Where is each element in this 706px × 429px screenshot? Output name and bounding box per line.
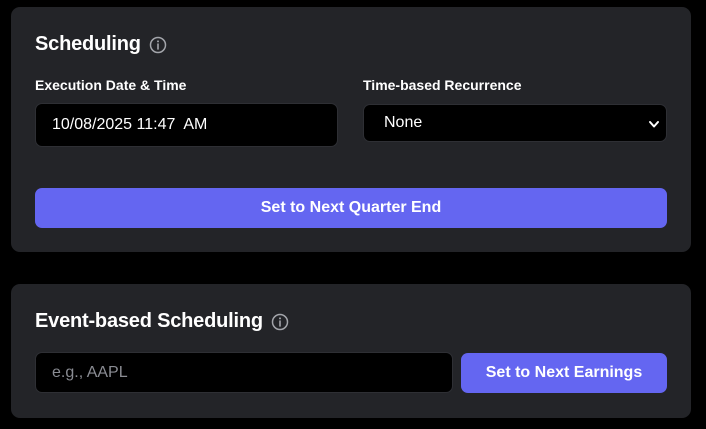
- scheduling-title: Scheduling: [35, 33, 141, 55]
- execution-datetime-value: 10/08/2025 11:47 AM: [52, 116, 208, 133]
- scheduling-header: Scheduling: [35, 33, 167, 56]
- ticker-input[interactable]: e.g., AAPL: [35, 352, 453, 393]
- event-scheduling-card: Event-based Scheduling e.g., AAPL Set to…: [11, 284, 691, 418]
- set-next-earnings-button[interactable]: Set to Next Earnings: [461, 353, 667, 393]
- info-icon[interactable]: [271, 313, 289, 331]
- event-scheduling-header: Event-based Scheduling: [35, 310, 289, 333]
- chevron-down-icon: [648, 117, 660, 129]
- recurrence-label: Time-based Recurrence: [363, 77, 522, 93]
- execution-date-label: Execution Date & Time: [35, 77, 187, 93]
- ticker-placeholder: e.g., AAPL: [52, 363, 128, 381]
- scheduling-card: Scheduling Execution Date & Time Time-ba…: [11, 7, 691, 252]
- execution-datetime-input[interactable]: 10/08/2025 11:47 AM: [35, 103, 338, 147]
- set-next-quarter-end-button[interactable]: Set to Next Quarter End: [35, 188, 667, 228]
- recurrence-selected-value: None: [384, 114, 423, 131]
- info-icon[interactable]: [149, 36, 167, 54]
- recurrence-select[interactable]: None: [363, 104, 667, 142]
- event-scheduling-title: Event-based Scheduling: [35, 310, 263, 332]
